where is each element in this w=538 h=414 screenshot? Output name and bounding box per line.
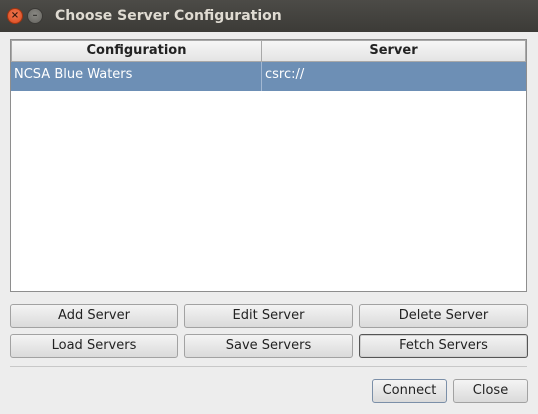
configuration-cell[interactable]: NCSA Blue Waters bbox=[11, 62, 262, 91]
edit-server-button[interactable]: Edit Server bbox=[184, 304, 353, 328]
separator bbox=[10, 366, 527, 367]
minimize-window-icon[interactable]: – bbox=[27, 8, 43, 24]
server-config-dialog: × – Choose Server Configuration Configur… bbox=[0, 0, 538, 414]
load-servers-button[interactable]: Load Servers bbox=[10, 334, 178, 358]
window-title: Choose Server Configuration bbox=[55, 8, 282, 24]
column-header-configuration[interactable]: Configuration bbox=[11, 40, 262, 62]
fetch-servers-button[interactable]: Fetch Servers bbox=[359, 334, 528, 358]
table-header: Configuration Server bbox=[11, 40, 526, 62]
close-button[interactable]: Close bbox=[453, 379, 528, 403]
connect-button[interactable]: Connect bbox=[372, 379, 447, 403]
server-cell[interactable]: csrc:// bbox=[262, 62, 526, 91]
delete-server-button[interactable]: Delete Server bbox=[359, 304, 528, 328]
table-row[interactable]: NCSA Blue Waters csrc:// bbox=[11, 62, 526, 91]
server-table: Configuration Server NCSA Blue Waters cs… bbox=[10, 39, 527, 292]
save-servers-button[interactable]: Save Servers bbox=[184, 334, 353, 358]
title-bar: × – Choose Server Configuration bbox=[0, 0, 538, 32]
add-server-button[interactable]: Add Server bbox=[10, 304, 178, 328]
column-header-server[interactable]: Server bbox=[262, 40, 526, 62]
close-window-icon[interactable]: × bbox=[7, 8, 23, 24]
